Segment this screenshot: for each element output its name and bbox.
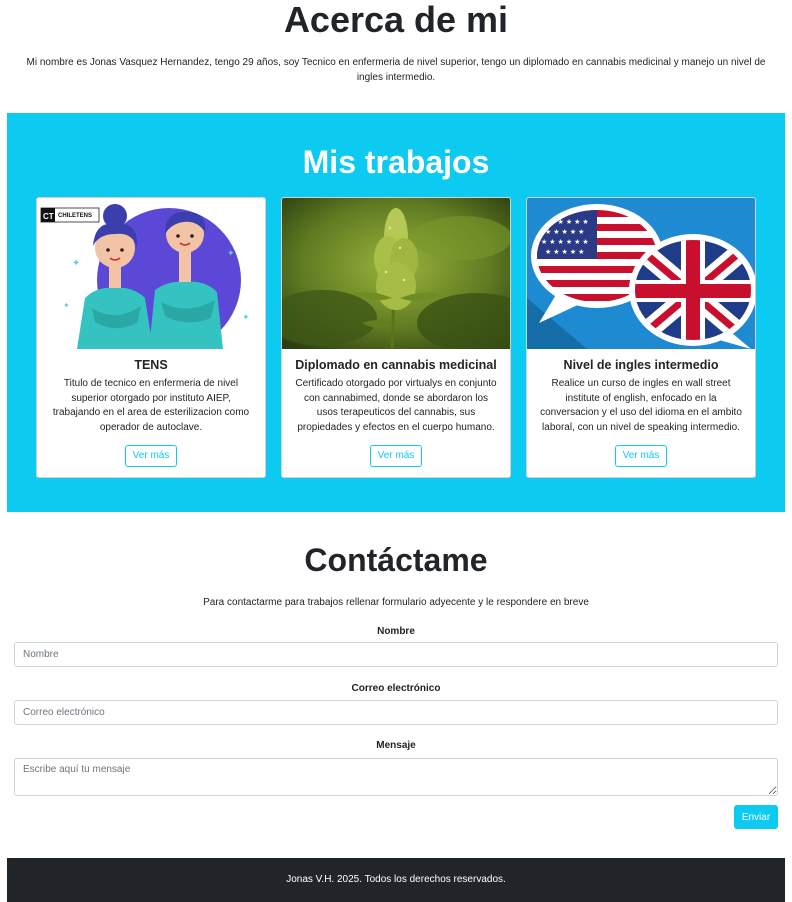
svg-text:✦: ✦ [63, 301, 70, 310]
about-title: Acerca de mi [283, 0, 509, 40]
work-card-cannabis: Diplomado en cannabis medicinal Certific… [281, 197, 511, 478]
svg-text:★★★★★: ★★★★★ [545, 248, 586, 256]
email-input[interactable] [14, 700, 778, 725]
message-textarea[interactable] [14, 758, 778, 796]
chiletens-logo: CT [43, 212, 54, 221]
card-title: Nivel de ingles intermedio [563, 358, 719, 372]
name-input[interactable] [14, 642, 778, 667]
card-title: Diplomado en cannabis medicinal [295, 358, 497, 372]
works-section: Mis trabajos CT CHILETENS ✦ ✦ ✦ ✦ TENS T… [7, 113, 785, 512]
svg-text:✦: ✦ [72, 258, 80, 269]
svg-text:★★★★★★: ★★★★★★ [541, 238, 591, 246]
card-title: TENS [134, 358, 168, 372]
card-text: Certificado otorgado por virtualys en co… [295, 378, 497, 433]
contact-lead: Para contactarme para trabajos rellenar … [203, 597, 589, 608]
work-card-ingles: ★★★★★★ ★★★★★ ★★★★★★ ★★★★★ Nivel de ingle… [526, 197, 756, 478]
send-button[interactable]: Enviar [734, 805, 778, 829]
contact-title: Contáctame [304, 542, 488, 578]
svg-text:✦: ✦ [227, 248, 235, 258]
about-section: Acerca de mi Mi nombre es Jonas Vasquez … [0, 0, 792, 85]
contact-section: Contáctame Para contactarme para trabajo… [0, 540, 792, 610]
about-text: Mi nombre es Jonas Vasquez Hernandez, te… [26, 57, 766, 83]
footer-text: Jonas V.H. 2025. Todos los derechos rese… [286, 874, 506, 885]
cannabis-photo [282, 198, 510, 349]
card-text: Titulo de tecnico en enfermeria de nivel… [52, 378, 250, 433]
footer: Jonas V.H. 2025. Todos los derechos rese… [7, 858, 785, 902]
svg-text:✦: ✦ [242, 312, 250, 322]
nurses-illustration: CT CHILETENS ✦ ✦ ✦ ✦ [37, 198, 265, 349]
svg-text:CHILETENS: CHILETENS [58, 213, 92, 219]
name-label: Nombre [377, 626, 415, 637]
email-label: Correo electrónico [351, 683, 441, 694]
ver-mas-button[interactable]: Ver más [124, 445, 178, 467]
message-label: Mensaje [376, 740, 416, 751]
work-card-tens: CT CHILETENS ✦ ✦ ✦ ✦ TENS Titulo de tecn… [36, 197, 266, 478]
svg-text:★★★★★: ★★★★★ [545, 228, 586, 236]
flags-speech-bubbles-image: ★★★★★★ ★★★★★ ★★★★★★ ★★★★★ [527, 198, 755, 349]
works-title: Mis trabajos [302, 144, 490, 180]
card-text: Realice un curso de ingles en wall stree… [540, 378, 742, 433]
ver-mas-button[interactable]: Ver más [614, 445, 668, 467]
ver-mas-button[interactable]: Ver más [369, 445, 423, 467]
